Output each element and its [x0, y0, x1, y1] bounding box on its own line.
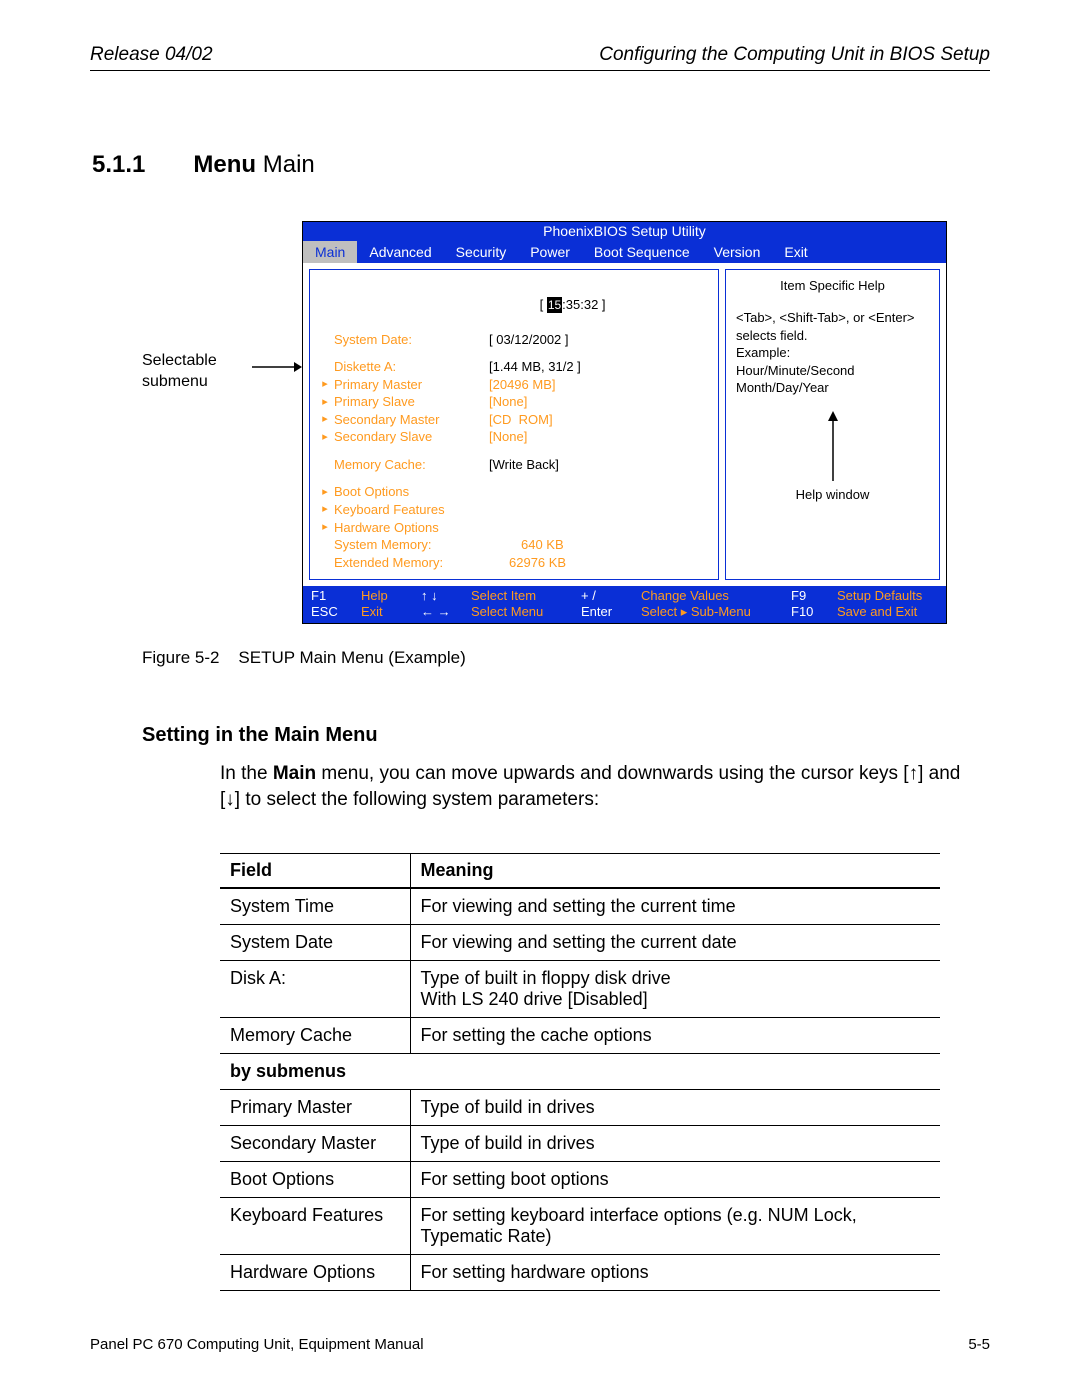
- bios-menubar: Main Advanced Security Power Boot Sequen…: [303, 240, 946, 263]
- page-footer: Panel PC 670 Computing Unit, Equipment M…: [90, 1336, 990, 1353]
- table-row: Boot OptionsFor setting boot options: [220, 1161, 940, 1197]
- table-row: Primary MasterType of build in drives: [220, 1089, 940, 1125]
- footer-left: Panel PC 670 Computing Unit, Equipment M…: [90, 1336, 424, 1353]
- col-meaning: Meaning: [410, 853, 940, 888]
- submenu-marker-icon: ▸: [316, 377, 334, 392]
- section-heading: 5.1.1 Menu Main: [92, 151, 990, 179]
- table-row: System DateFor viewing and setting the c…: [220, 924, 940, 960]
- tab-version[interactable]: Version: [702, 241, 773, 263]
- page-header: Release 04/02 Configuring the Computing …: [90, 44, 990, 71]
- tab-boot-sequence[interactable]: Boot Sequence: [582, 241, 702, 263]
- tab-advanced[interactable]: Advanced: [357, 241, 443, 263]
- section-number: 5.1.1: [92, 151, 145, 179]
- help-title: Item Specific Help: [736, 278, 929, 293]
- col-field: Field: [220, 853, 410, 888]
- subheading: Setting in the Main Menu: [142, 724, 990, 747]
- time-cursor: 15: [547, 297, 562, 313]
- table-section-row: by submenus: [220, 1053, 940, 1089]
- chapter-label: Configuring the Computing Unit in BIOS S…: [599, 44, 990, 66]
- table-row: Memory CacheFor setting the cache option…: [220, 1017, 940, 1053]
- submenu-callout: Selectable submenu: [142, 351, 252, 393]
- page-number: 5-5: [968, 1336, 990, 1353]
- body-paragraph: In the Main menu, you can move upwards a…: [220, 761, 980, 812]
- tab-power[interactable]: Power: [518, 241, 582, 263]
- help-window-label: Help window: [736, 487, 929, 502]
- figure-caption: Figure 5-2 SETUP Main Menu (Example): [142, 648, 990, 668]
- field-table: Field Meaning System TimeFor viewing and…: [220, 853, 940, 1291]
- release-label: Release 04/02: [90, 44, 213, 66]
- tab-security[interactable]: Security: [444, 241, 519, 263]
- help-body: <Tab>, <Shift-Tab>, or <Enter> selects f…: [736, 309, 929, 397]
- table-row: System TimeFor viewing and setting the c…: [220, 888, 940, 925]
- bios-title: PhoenixBIOS Setup Utility: [303, 222, 946, 240]
- table-row: Keyboard FeaturesFor setting keyboard in…: [220, 1197, 940, 1254]
- table-row: Hardware OptionsFor setting hardware opt…: [220, 1254, 940, 1290]
- arrow-right-icon: [252, 357, 302, 389]
- section-title-light: Main: [263, 151, 315, 178]
- tab-exit[interactable]: Exit: [772, 241, 819, 263]
- tab-main[interactable]: Main: [303, 241, 357, 263]
- bios-footer: F1 ESC Help Exit ↑ ↓ ← → Select Item Sel…: [303, 586, 946, 623]
- table-row: Disk A:Type of built in floppy disk driv…: [220, 960, 940, 1017]
- table-row: Secondary MasterType of build in drives: [220, 1125, 940, 1161]
- bios-screenshot: PhoenixBIOS Setup Utility Main Advanced …: [302, 221, 947, 624]
- section-title-bold: Menu: [193, 151, 256, 178]
- bios-main-panel: System Time: [ 15:35:32 ] System Date:[ …: [309, 269, 719, 580]
- bios-help-panel: Item Specific Help <Tab>, <Shift-Tab>, o…: [725, 269, 940, 580]
- arrow-up-icon: [826, 411, 840, 481]
